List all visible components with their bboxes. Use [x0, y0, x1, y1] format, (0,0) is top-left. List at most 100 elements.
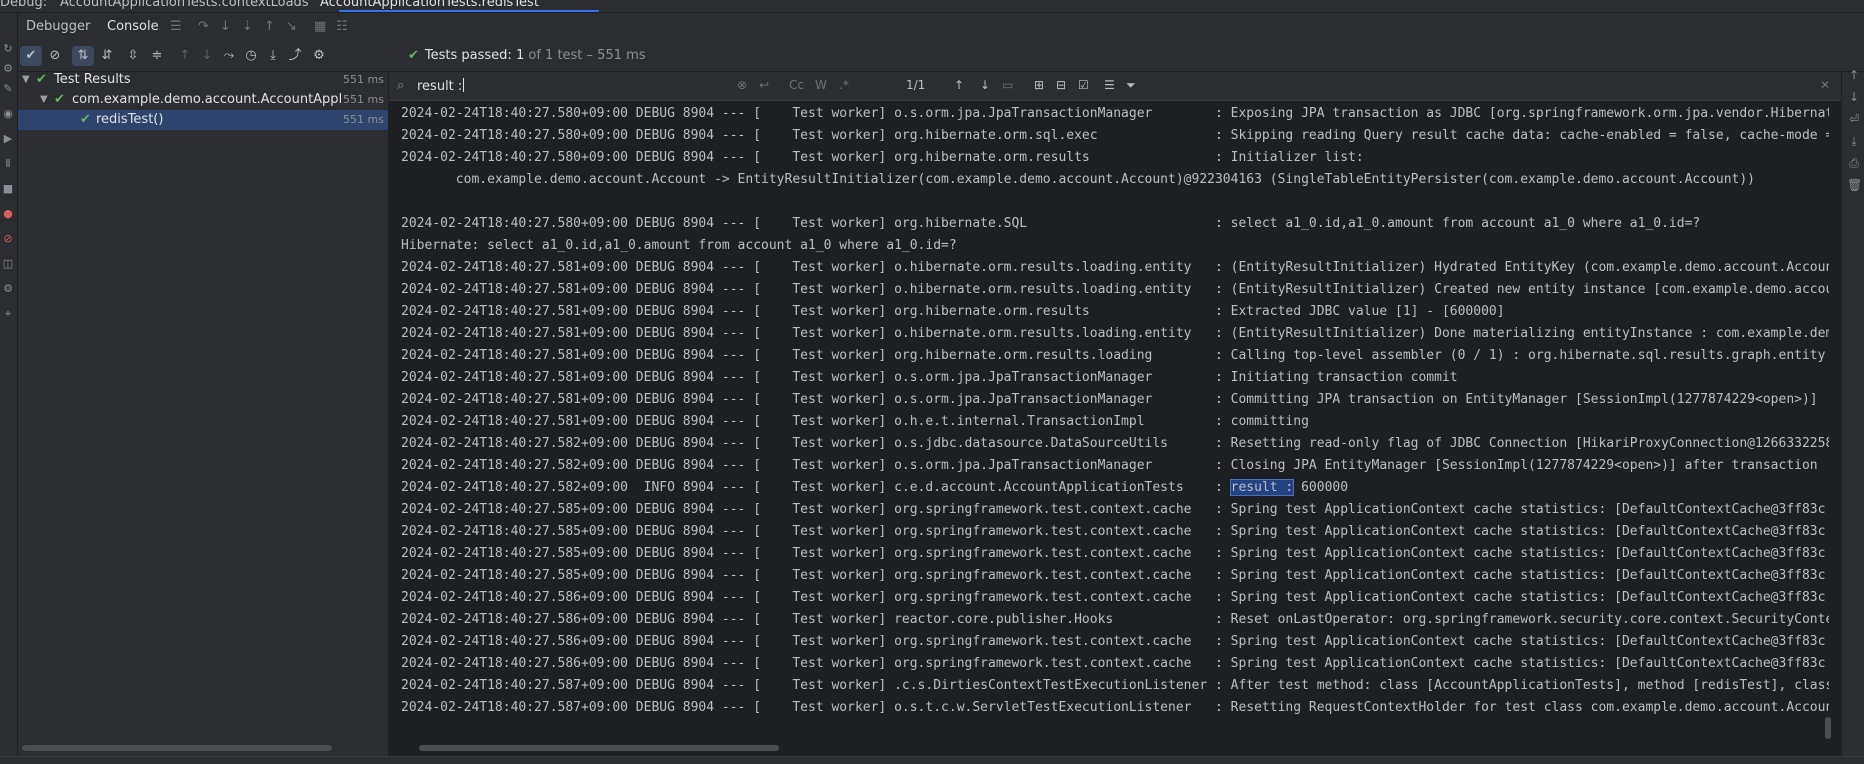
- tree-method-duration: 551 ms: [343, 113, 384, 126]
- collapse-all-icon[interactable]: ≑: [146, 46, 168, 66]
- select-all-icon[interactable]: ☑: [1078, 78, 1089, 92]
- log-line: 2024-02-24T18:40:27.580+09:00 DEBUG 8904…: [401, 106, 1829, 121]
- status-label: Tests passed:: [424, 48, 512, 63]
- search-icon[interactable]: ⌕: [397, 78, 404, 93]
- menu-icon[interactable]: ☰: [170, 19, 182, 34]
- active-tab-indicator: [339, 10, 599, 12]
- pin-icon[interactable]: ⌖: [2, 308, 14, 320]
- breakpoints-icon[interactable]: ●: [2, 208, 14, 220]
- scroll-to-end-icon[interactable]: ⤓: [1847, 134, 1861, 149]
- tab-console[interactable]: Console: [101, 19, 165, 43]
- gear-icon[interactable]: ⚙: [2, 283, 14, 295]
- whole-words-toggle[interactable]: W: [815, 78, 827, 92]
- log-line: 2024-02-24T18:40:27.586+09:00 DEBUG 8904…: [401, 634, 1826, 649]
- tab-redistest[interactable]: AccountApplicationTests.redisTest: [320, 0, 539, 10]
- next-match-icon[interactable]: ↓: [980, 78, 990, 92]
- left-tool-strip: ↻ ⚙ ✎ ◉ ▶ Ⅱ ■ ● ⊘ ◫ ⚙ ⌖: [0, 13, 18, 763]
- console-horizontal-scrollbar[interactable]: [419, 745, 779, 751]
- show-passed-icon[interactable]: ✔: [20, 46, 42, 66]
- resume-icon[interactable]: ▶: [2, 133, 14, 145]
- step-over-icon[interactable]: ↷: [198, 19, 209, 34]
- add-occurrence-icon[interactable]: ⊞: [1034, 78, 1044, 92]
- match-case-toggle[interactable]: Cc: [789, 78, 804, 92]
- log-line: Hibernate: select a1_0.id,a1_0.amount fr…: [401, 238, 957, 253]
- camera-icon[interactable]: ◫: [2, 258, 14, 270]
- chevron-down-icon[interactable]: ▼: [40, 90, 48, 110]
- sort-duration-icon[interactable]: ⇵: [96, 46, 118, 66]
- log-line: 2024-02-24T18:40:27.580+09:00 DEBUG 8904…: [401, 128, 1829, 143]
- tree-method[interactable]: ✔ redisTest() 551 ms: [18, 110, 388, 130]
- stop-icon[interactable]: ■: [2, 183, 14, 195]
- layout-icon[interactable]: ☷: [336, 19, 348, 34]
- debug-label: Debug:: [0, 0, 48, 10]
- down-arrow-icon[interactable]: ↓: [1847, 90, 1861, 104]
- show-ignored-icon[interactable]: ⊘: [44, 46, 66, 66]
- print-icon[interactable]: ⎙: [1847, 156, 1861, 171]
- remove-occurrence-icon[interactable]: ⊟: [1056, 78, 1066, 92]
- step-out-icon[interactable]: ↑: [264, 19, 275, 34]
- log-line: 2024-02-24T18:40:27.581+09:00 DEBUG 8904…: [401, 282, 1829, 297]
- log-line: 2024-02-24T18:40:27.582+09:00 DEBUG 8904…: [401, 458, 1818, 473]
- log-line: 2024-02-24T18:40:27.581+09:00 DEBUG 8904…: [401, 414, 1309, 429]
- open-external-icon[interactable]: ⤴: [284, 46, 306, 66]
- console-vertical-scrollbar[interactable]: [1825, 717, 1831, 739]
- filter-icon[interactable]: ⏷: [1126, 78, 1136, 93]
- tab-contextloads[interactable]: AccountApplicationTests.contextLoads: [60, 0, 309, 10]
- console-panel: ⌕ result : ⊗ ↩ Cc W .* 1/1 ↑ ↓ ▭ ⊞ ⊟ ☑ ☰…: [389, 72, 1841, 763]
- rerun-icon[interactable]: ↻: [2, 43, 14, 55]
- log-line: 2024-02-24T18:40:27.581+09:00 DEBUG 8904…: [401, 392, 1818, 407]
- tab-debugger[interactable]: Debugger: [26, 19, 90, 34]
- up-arrow-icon[interactable]: ↑: [1847, 68, 1861, 82]
- close-search-icon[interactable]: ✕: [1820, 78, 1830, 92]
- run-to-cursor-icon[interactable]: ↘: [286, 19, 297, 34]
- clear-search-icon[interactable]: ⊗: [737, 78, 747, 92]
- log-line: 2024-02-24T18:40:27.581+09:00 DEBUG 8904…: [401, 304, 1505, 319]
- import-tests-icon[interactable]: ⤳: [218, 46, 240, 66]
- open-in-window-icon[interactable]: ☰: [1104, 78, 1115, 92]
- tree-class[interactable]: ▼ ✔ com.example.demo.account.AccountAppl…: [18, 90, 388, 110]
- log-line: 2024-02-24T18:40:27.585+09:00 DEBUG 8904…: [401, 546, 1826, 561]
- view-icon[interactable]: ◉: [2, 108, 14, 120]
- passed-check-icon: ✔: [80, 112, 91, 127]
- search-history-icon[interactable]: ↩: [759, 78, 769, 92]
- settings-icon[interactable]: ⚙: [2, 63, 14, 75]
- prev-match-icon[interactable]: ↑: [954, 78, 964, 92]
- soft-wrap-icon[interactable]: ⏎: [1847, 112, 1861, 126]
- evaluate-icon[interactable]: ▦: [314, 19, 326, 34]
- chevron-down-icon[interactable]: ▼: [22, 70, 30, 90]
- console-log[interactable]: 2024-02-24T18:40:27.580+09:00 DEBUG 8904…: [401, 103, 1829, 739]
- tree-root[interactable]: ▼ ✔ Test Results 551 ms: [18, 70, 388, 90]
- expand-all-icon[interactable]: ⇳: [122, 46, 144, 66]
- tree-class-duration: 551 ms: [343, 93, 384, 106]
- log-line: 2024-02-24T18:40:27.581+09:00 DEBUG 8904…: [401, 260, 1829, 275]
- log-line: 2024-02-24T18:40:27.581+09:00 DEBUG 8904…: [401, 348, 1826, 363]
- prev-failed-icon[interactable]: ↑: [174, 46, 196, 66]
- test-results-tree: ▼ ✔ Test Results 551 ms ▼ ✔ com.example.…: [18, 72, 388, 763]
- history-icon[interactable]: ◷: [240, 46, 262, 66]
- mute-breakpoints-icon[interactable]: ⊘: [2, 233, 14, 245]
- status-detail: of 1 test – 551 ms: [528, 48, 646, 63]
- sort-alpha-icon[interactable]: ⇅: [72, 46, 94, 66]
- log-result-value: 600000: [1293, 480, 1349, 495]
- match-count: 1/1: [906, 78, 926, 92]
- log-line: 2024-02-24T18:40:27.582+09:00 INFO 8904 …: [401, 479, 1349, 496]
- search-input[interactable]: result :: [417, 78, 465, 94]
- select-all-occurrences-icon[interactable]: ▭: [1002, 78, 1013, 92]
- next-failed-icon[interactable]: ↓: [196, 46, 218, 66]
- log-line: 2024-02-24T18:40:27.586+09:00 DEBUG 8904…: [401, 612, 1829, 627]
- wrench-icon[interactable]: ✎: [2, 83, 14, 95]
- settings-gear-icon[interactable]: ⚙: [308, 46, 330, 66]
- log-line: com.example.demo.account.Account -> Enti…: [401, 172, 1756, 187]
- step-into-icon[interactable]: ↓: [220, 19, 231, 34]
- force-step-into-icon[interactable]: ⇣: [242, 19, 253, 34]
- tree-horizontal-scrollbar[interactable]: [22, 745, 332, 751]
- tree-root-label: Test Results: [54, 72, 131, 87]
- log-line: 2024-02-24T18:40:27.585+09:00 DEBUG 8904…: [401, 524, 1826, 539]
- export-icon[interactable]: ⤓: [262, 46, 284, 66]
- regex-toggle[interactable]: .*: [839, 78, 849, 92]
- passed-check-icon: ✔: [408, 48, 419, 63]
- trash-icon[interactable]: 🗑: [1847, 178, 1862, 192]
- log-line: 2024-02-24T18:40:27.581+09:00 DEBUG 8904…: [401, 370, 1458, 385]
- pause-icon[interactable]: Ⅱ: [2, 158, 14, 170]
- top-tabs-bar: Debug: AccountApplicationTests.contextLo…: [0, 0, 1864, 13]
